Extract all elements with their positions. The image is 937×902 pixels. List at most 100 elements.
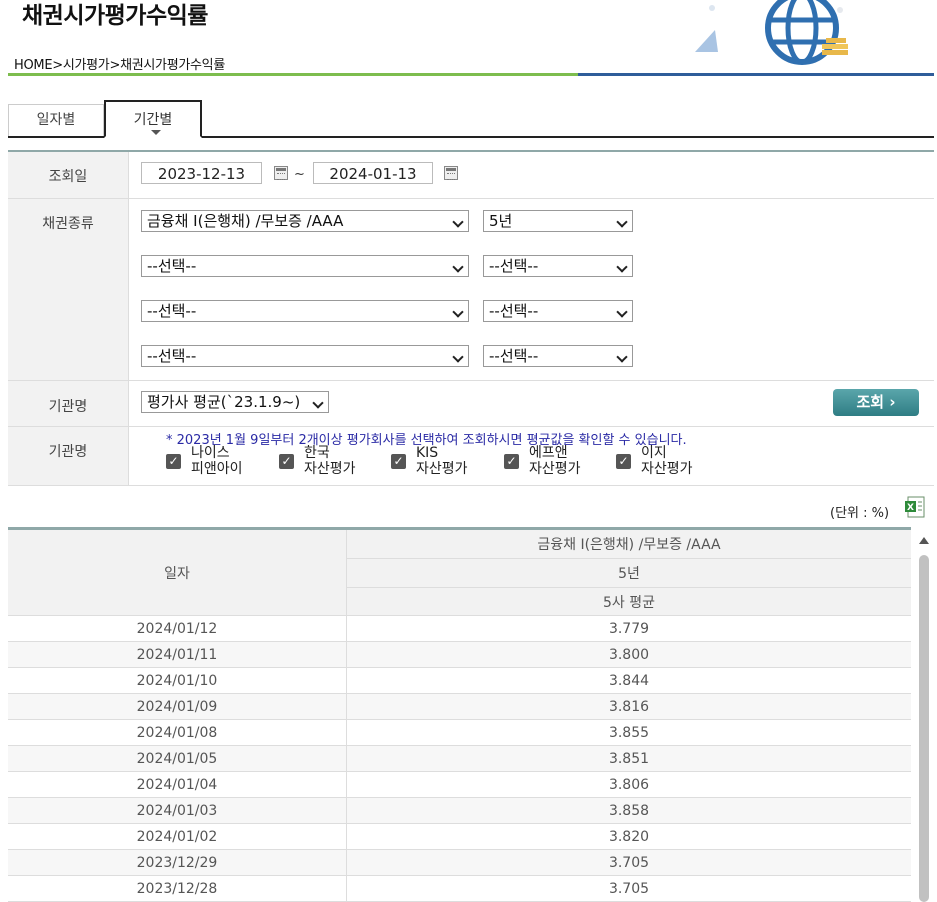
col-date-header: 일자 xyxy=(8,530,347,616)
search-button[interactable]: 조회 › xyxy=(833,389,919,416)
agency-label2-cell: 기관명 xyxy=(8,427,129,485)
chevron-right-icon: › xyxy=(889,393,896,411)
yield-table-body: 2024/01/12 3.779 2024/01/11 3.800 2024/01/10… xyxy=(8,615,911,902)
tab-period[interactable]: 기간별 xyxy=(104,100,202,138)
chevron-down-icon xyxy=(312,397,324,409)
breadcrumb: HOME>시가평가>채권시가평가수익률 xyxy=(14,58,226,73)
bond-type-select-1-value: 금융채 I(은행채) /무보증 /AAA xyxy=(147,212,344,230)
chevron-down-icon xyxy=(452,351,464,363)
bond-type-select-4[interactable]: --선택-- xyxy=(141,345,469,367)
row-value: 3.816 xyxy=(346,693,911,720)
row-value: 3.858 xyxy=(346,797,911,824)
row-value: 3.855 xyxy=(346,719,911,746)
agency-checkbox-1-label: 나이스 피앤아이 xyxy=(191,445,243,477)
row-date: 2024/01/10 xyxy=(8,667,347,694)
date-label: 조회일 xyxy=(48,169,88,185)
row-date: 2023/12/28 xyxy=(8,875,347,902)
header-divider-green xyxy=(8,73,578,76)
globe-coins-illustration xyxy=(695,0,848,65)
row-value: 3.705 xyxy=(346,849,911,876)
agency-checkbox-2-label: 한국 자산평가 xyxy=(304,445,356,477)
agency-checkbox-5[interactable]: ✓ xyxy=(616,454,631,469)
agency-checkbox-row: 기관명 * 2023년 1월 9일부터 2개이상 평가회사를 선택하여 조회하시… xyxy=(8,427,934,486)
excel-download-icon[interactable]: X xyxy=(905,496,925,518)
term-select-4[interactable]: --선택-- xyxy=(483,345,633,367)
row-date: 2024/01/09 xyxy=(8,693,347,720)
agency-select-value: 평가사 평균(`23.1.9~) xyxy=(147,393,301,411)
agency-label: 기관명 xyxy=(48,399,88,415)
date-separator: ~ xyxy=(294,167,305,182)
table-row: 2024/01/12 3.779 xyxy=(8,615,911,642)
chevron-down-icon xyxy=(452,261,464,273)
agency-4-line1: 에프앤 xyxy=(529,445,568,461)
row-date: 2024/01/11 xyxy=(8,641,347,668)
row-date: 2024/01/08 xyxy=(8,719,347,746)
row-date: 2024/01/03 xyxy=(8,797,347,824)
agency-select[interactable]: 평가사 평균(`23.1.9~) xyxy=(141,391,329,413)
term-select-1-value: 5년 xyxy=(489,212,513,230)
scroll-up-icon[interactable] xyxy=(919,537,929,544)
table-row: 2024/01/09 3.816 xyxy=(8,693,911,720)
agency-select-row: 기관명 평가사 평균(`23.1.9~) 조회 › xyxy=(8,381,934,427)
agency-2-line1: 한국 xyxy=(304,445,330,461)
row-value: 3.705 xyxy=(346,875,911,902)
term-select-4-value: --선택-- xyxy=(489,347,539,365)
table-row: 2024/01/10 3.844 xyxy=(8,667,911,694)
bond-type-select-2-value: --선택-- xyxy=(147,257,197,275)
yield-table: 일자 금융채 I(은행채) /무보증 /AAA 5년 5사 평균 2024/01… xyxy=(8,530,911,902)
bond-type-select-2[interactable]: --선택-- xyxy=(141,255,469,277)
term-select-3-value: --선택-- xyxy=(489,302,539,320)
calendar-icon[interactable] xyxy=(274,166,288,180)
agency-4-line2: 자산평가 xyxy=(529,461,581,477)
table-row: 2024/01/03 3.858 xyxy=(8,797,911,824)
term-select-2-value: --선택-- xyxy=(489,257,539,275)
bond-type-label-cell: 채권종류 xyxy=(8,199,129,380)
bond-type-label: 채권종류 xyxy=(42,216,94,232)
table-row: 2024/01/11 3.800 xyxy=(8,641,911,668)
table-row: 2024/01/05 3.851 xyxy=(8,745,911,772)
col-term-header: 5년 xyxy=(346,558,911,588)
table-row: 2024/01/02 3.820 xyxy=(8,823,911,850)
table-scrollbar[interactable] xyxy=(915,533,932,902)
calendar-icon[interactable] xyxy=(444,166,458,180)
table-row: 2023/12/28 3.705 xyxy=(8,875,911,902)
tab-period-label: 기간별 xyxy=(133,112,173,128)
chevron-down-icon xyxy=(616,351,628,363)
bond-type-select-1[interactable]: 금융채 I(은행채) /무보증 /AAA xyxy=(141,210,469,232)
scrollbar-thumb[interactable] xyxy=(919,555,929,902)
agency-checkbox-4[interactable]: ✓ xyxy=(504,454,519,469)
term-select-1[interactable]: 5년 xyxy=(483,210,633,232)
chevron-down-icon xyxy=(616,216,628,228)
row-date: 2024/01/12 xyxy=(8,615,347,642)
date-from-input[interactable]: 2023-12-13 xyxy=(141,162,262,184)
tab-daily[interactable]: 일자별 xyxy=(8,104,104,136)
agency-3-line1: KIS xyxy=(416,445,439,461)
table-row: 2024/01/04 3.806 xyxy=(8,771,911,798)
agency-checkbox-2[interactable]: ✓ xyxy=(279,454,294,469)
agency-checkbox-1[interactable]: ✓ xyxy=(166,454,181,469)
agency-5-line1: 이지 xyxy=(641,445,667,461)
page-title: 채권시가평가수익률 xyxy=(22,3,208,29)
search-form: 조회일 2023-12-13 ~ 2024-01-13 채권종류 금융채 I(은… xyxy=(8,150,934,486)
table-row: 2024/01/08 3.855 xyxy=(8,719,911,746)
agency-checkbox-5-label: 이지 자산평가 xyxy=(641,445,693,477)
col-bond-header: 금융채 I(은행채) /무보증 /AAA xyxy=(346,530,911,559)
chevron-down-icon xyxy=(616,261,628,273)
row-value: 3.844 xyxy=(346,667,911,694)
row-date: 2023/12/29 xyxy=(8,849,347,876)
agency-label2: 기관명 xyxy=(48,444,88,460)
term-select-3[interactable]: --선택-- xyxy=(483,300,633,322)
bond-type-select-3[interactable]: --선택-- xyxy=(141,300,469,322)
agency-1-line2: 피앤아이 xyxy=(191,461,243,477)
agency-checkbox-3[interactable]: ✓ xyxy=(391,454,406,469)
table-row: 2023/12/29 3.705 xyxy=(8,849,911,876)
row-value: 3.779 xyxy=(346,615,911,642)
row-date: 2024/01/02 xyxy=(8,823,347,850)
date-to-input[interactable]: 2024-01-13 xyxy=(313,162,433,184)
bond-type-select-3-value: --선택-- xyxy=(147,302,197,320)
term-select-2[interactable]: --선택-- xyxy=(483,255,633,277)
row-value: 3.851 xyxy=(346,745,911,772)
bond-type-row: 채권종류 금융채 I(은행채) /무보증 /AAA 5년 --선택-- --선택… xyxy=(8,199,934,381)
col-average-header: 5사 평균 xyxy=(346,587,911,616)
agency-5-line2: 자산평가 xyxy=(641,461,693,477)
